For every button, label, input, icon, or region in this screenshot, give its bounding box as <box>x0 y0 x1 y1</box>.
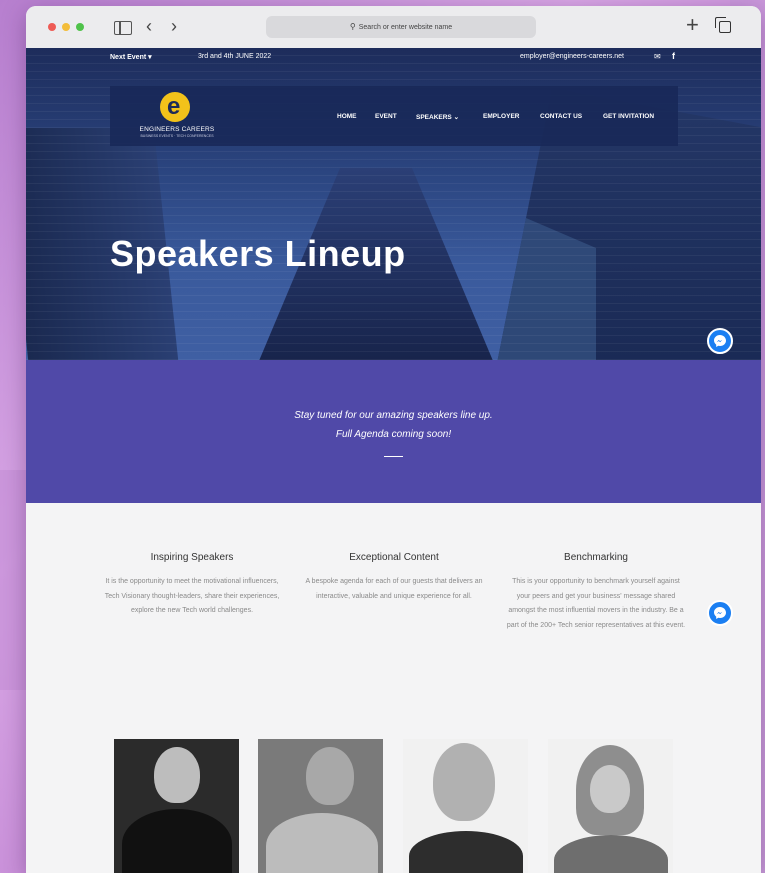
browser-toolbar: ‹ › ⚲ Search or enter website name + <box>26 6 761 49</box>
facebook-icon[interactable]: f <box>672 51 675 61</box>
speaker-body <box>554 835 668 873</box>
speaker-head <box>433 743 495 821</box>
announcement-band: Stay tuned for our amazing speakers line… <box>26 360 761 503</box>
minimize-window-button[interactable] <box>62 23 70 31</box>
feature-text: A bespoke agenda for each of our guests … <box>305 578 483 600</box>
contact-email[interactable]: employer@engineers-careers.net <box>520 53 624 60</box>
nav-employer[interactable]: EMPLOYER <box>483 113 519 120</box>
forward-icon[interactable]: › <box>171 15 177 37</box>
speaker-photo[interactable] <box>258 739 383 873</box>
feature-exceptional-content: Exceptional Content A bespoke agenda for… <box>304 552 484 604</box>
messenger-chat-icon[interactable] <box>707 600 733 626</box>
feature-title: Exceptional Content <box>349 552 439 563</box>
logo-mark: e <box>167 93 181 120</box>
feature-title: Inspiring Speakers <box>150 552 234 563</box>
announcement-line-1: Stay tuned for our amazing speakers line… <box>294 410 493 421</box>
hero-section: Next Event ▾ 3rd and 4th JUNE 2022 emplo… <box>26 48 761 360</box>
close-window-button[interactable] <box>48 23 56 31</box>
next-event-dropdown[interactable]: Next Event ▾ <box>110 53 152 61</box>
feature-text: This is your opportunity to benchmark yo… <box>506 578 686 629</box>
event-date: 3rd and 4th JUNE 2022 <box>198 53 272 60</box>
mail-icon[interactable]: ✉ <box>654 52 661 61</box>
divider <box>384 456 403 457</box>
messenger-chat-icon[interactable] <box>707 328 733 354</box>
speaker-head <box>590 765 630 813</box>
speaker-photo[interactable] <box>114 739 239 873</box>
new-tab-icon[interactable]: + <box>686 14 699 36</box>
address-bar[interactable]: ⚲ Search or enter website name <box>266 16 536 38</box>
nav-speakers-label: SPEAKERS <box>416 114 452 121</box>
speaker-photo[interactable] <box>548 739 673 873</box>
feature-benchmarking: Benchmarking This is your opportunity to… <box>506 552 686 633</box>
address-placeholder: Search or enter website name <box>358 24 453 31</box>
browser-window: ‹ › ⚲ Search or enter website name + Next… <box>26 6 761 873</box>
feature-title: Benchmarking <box>564 552 628 563</box>
speaker-head <box>306 747 354 805</box>
nav-contact-us[interactable]: CONTACT US <box>540 113 582 120</box>
announcement-line-2: Full Agenda coming soon! <box>335 429 452 440</box>
zoom-window-button[interactable] <box>76 23 84 31</box>
nav-event[interactable]: EVENT <box>375 113 397 120</box>
logo-tagline: BUSINESS EVENTS · TECH CONFERENCES <box>140 134 214 138</box>
nav-home[interactable]: HOME <box>337 113 357 120</box>
logo-name: ENGINEERS CAREERS <box>139 126 215 133</box>
page-title: Speakers Lineup <box>110 233 406 274</box>
nav-get-invitation[interactable]: GET INVITATION <box>603 113 654 120</box>
web-page: Next Event ▾ 3rd and 4th JUNE 2022 emplo… <box>26 48 761 873</box>
speaker-head <box>154 747 200 803</box>
main-nav: e ENGINEERS CAREERS BUSINESS EVENTS · TE… <box>110 86 678 146</box>
feature-inspiring-speakers: Inspiring Speakers It is the opportunity… <box>102 552 282 619</box>
search-icon: ⚲ <box>349 22 356 31</box>
tab-overview-icon[interactable] <box>715 17 731 33</box>
speaker-body <box>409 831 523 873</box>
chevron-down-icon: ⌄ <box>453 114 460 121</box>
top-info-bar: Next Event ▾ 3rd and 4th JUNE 2022 emplo… <box>26 48 761 70</box>
back-icon[interactable]: ‹ <box>146 15 152 37</box>
speaker-photo[interactable] <box>403 739 528 873</box>
nav-speakers[interactable]: SPEAKERS ⌄ <box>416 113 459 121</box>
feature-text: It is the opportunity to meet the motiva… <box>104 578 280 614</box>
sidebar-toggle-icon[interactable] <box>114 21 132 35</box>
speaker-body <box>122 809 232 873</box>
speaker-body <box>266 813 378 873</box>
next-event-label: Next Event <box>110 54 147 61</box>
